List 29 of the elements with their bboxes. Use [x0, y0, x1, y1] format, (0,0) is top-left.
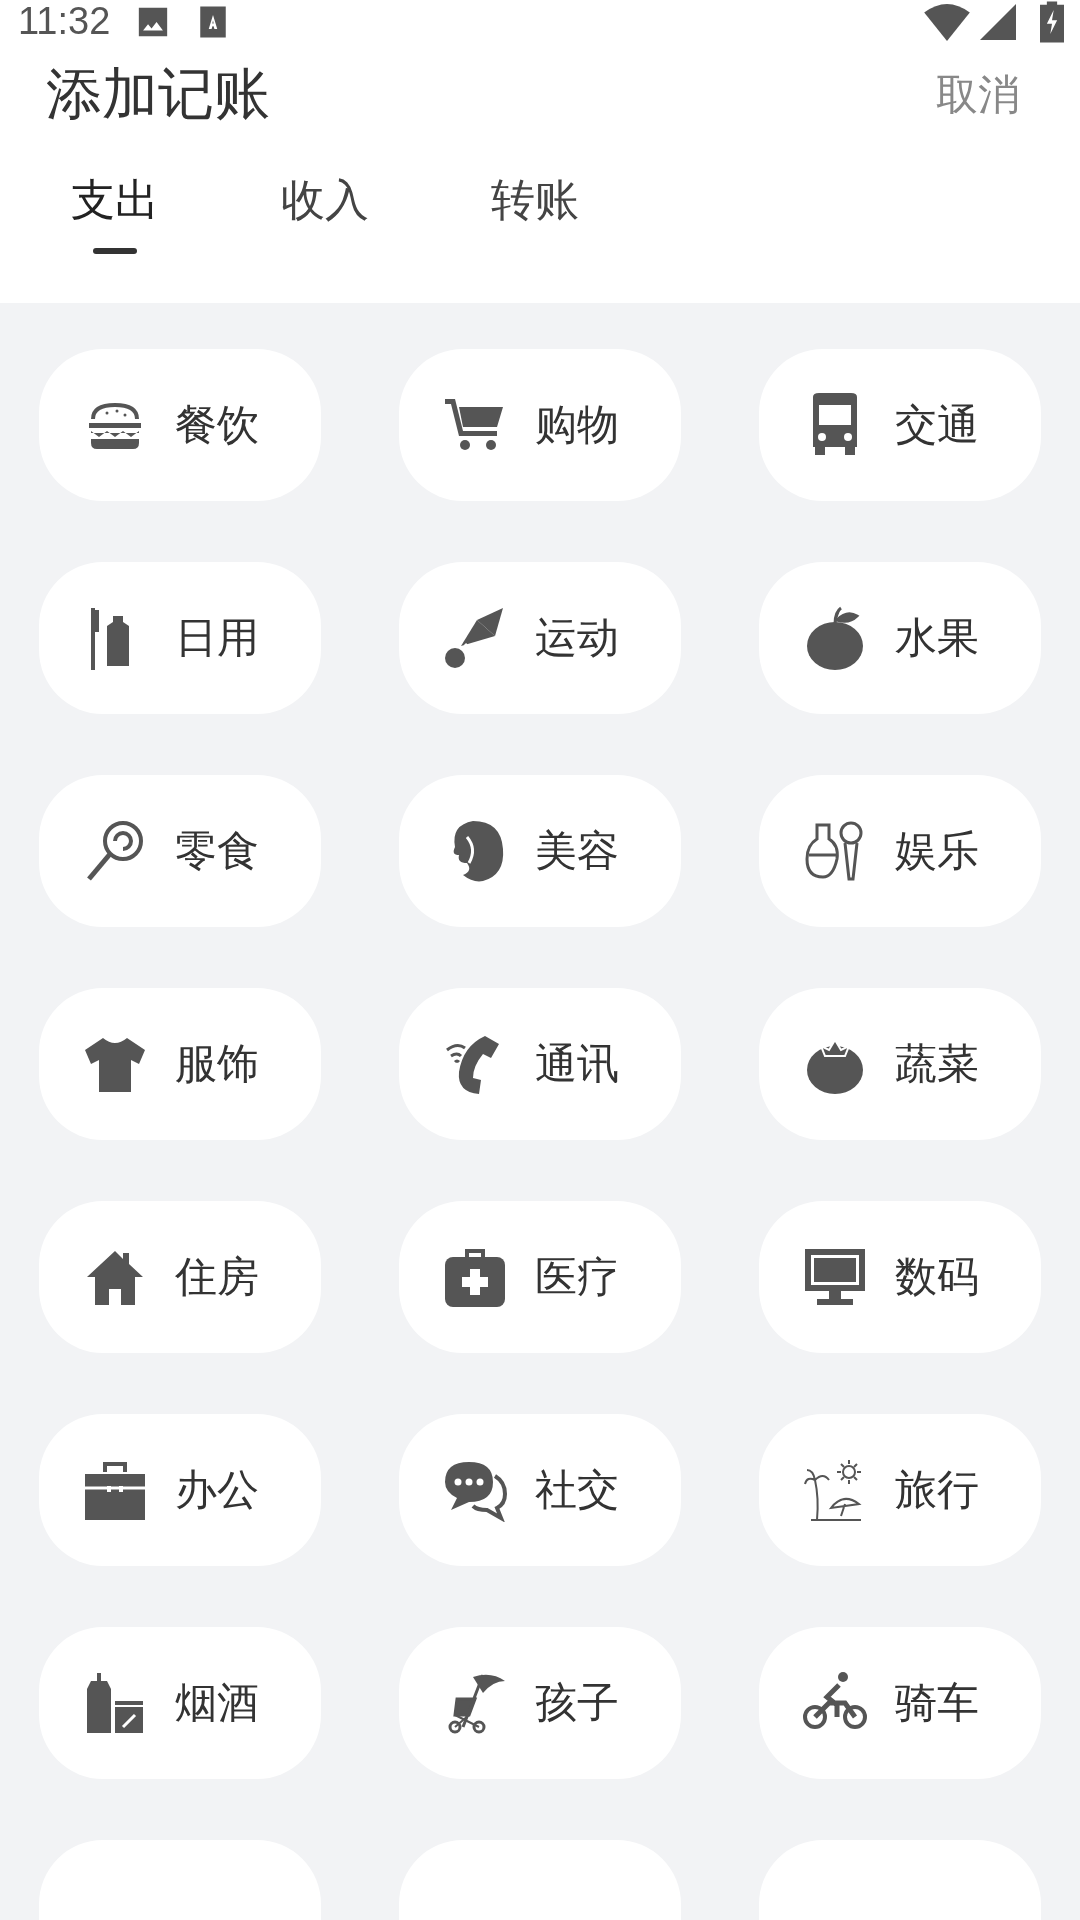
category-button[interactable]: 社交	[399, 1414, 681, 1566]
category-button[interactable]: 娱乐	[759, 775, 1041, 927]
category-button[interactable]: 烟酒	[39, 1627, 321, 1779]
category-button[interactable]: 骑车	[759, 1627, 1041, 1779]
category-button[interactable]: 交通	[759, 349, 1041, 501]
cancel-button[interactable]: 取消	[936, 67, 1020, 123]
page-title: 添加记账	[46, 60, 270, 128]
category-button[interactable]: 住房	[39, 1201, 321, 1353]
category-button[interactable]: 旅行	[759, 1414, 1041, 1566]
category-button[interactable]: 通讯	[399, 988, 681, 1140]
wifi-icon	[924, 2, 970, 41]
category-button[interactable]: 办公	[39, 1414, 321, 1566]
tab[interactable]: 收入	[250, 167, 400, 267]
category-button[interactable]: 数码	[759, 1201, 1041, 1353]
clock-time: 11:32	[18, 0, 111, 43]
category-button[interactable]: 购物	[399, 349, 681, 501]
category-button[interactable]: 零食	[39, 775, 321, 927]
category-button[interactable]: 美容	[399, 775, 681, 927]
category-button[interactable]: 孩子	[399, 1627, 681, 1779]
tab[interactable]: 支出	[40, 167, 190, 267]
category-button[interactable]: 服饰	[39, 988, 321, 1140]
category-button[interactable]: 运动	[399, 562, 681, 714]
category-button[interactable]: 餐饮	[39, 349, 321, 501]
tab[interactable]: 转账	[460, 167, 610, 267]
category-button[interactable]: 蔬菜	[759, 988, 1041, 1140]
signal-icon	[980, 3, 1016, 40]
category-button[interactable]: 日用	[39, 562, 321, 714]
category-button[interactable]: 水果	[759, 562, 1041, 714]
category-button[interactable]: 医疗	[399, 1201, 681, 1353]
